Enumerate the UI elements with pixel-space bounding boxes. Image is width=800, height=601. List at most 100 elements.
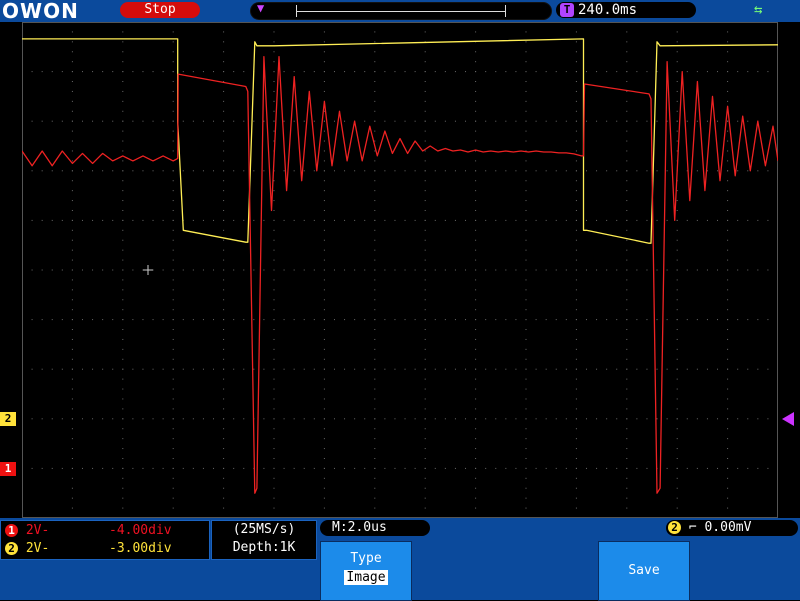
grid-dot xyxy=(71,110,73,112)
grid-dot xyxy=(172,507,174,509)
grid-dot xyxy=(102,269,104,271)
grid-dot xyxy=(485,467,487,469)
grid-dot xyxy=(575,457,577,459)
grid-dot xyxy=(747,170,749,172)
save-type-button[interactable]: Type Image xyxy=(320,541,412,601)
grid-dot xyxy=(585,170,587,172)
grid-dot xyxy=(636,71,638,73)
grid-dot xyxy=(424,448,426,450)
grid-dot xyxy=(727,219,729,221)
grid-dot xyxy=(737,71,739,73)
grid-dot xyxy=(102,418,104,420)
grid-dot xyxy=(162,368,164,370)
ch1-settings-row[interactable]: 1 2V- -4.00div xyxy=(5,523,172,539)
grid-dot xyxy=(747,418,749,420)
grid-dot xyxy=(535,319,537,321)
trigger-level-marker[interactable] xyxy=(782,412,794,426)
grid-dot xyxy=(273,190,275,192)
grid-dot xyxy=(223,467,225,469)
save-button[interactable]: Save xyxy=(598,541,690,601)
grid-dot xyxy=(525,269,527,271)
grid-dot xyxy=(303,467,305,469)
grid-dot xyxy=(626,487,628,489)
grid-dot xyxy=(475,170,477,172)
save-type-label: Type xyxy=(350,551,382,566)
grid-dot xyxy=(515,170,517,172)
grid-dot xyxy=(495,319,497,321)
grid-dot xyxy=(182,269,184,271)
grid-dot xyxy=(475,457,477,459)
grid-dot xyxy=(525,170,527,172)
grid-dot xyxy=(545,467,547,469)
grid-dot xyxy=(727,90,729,92)
grid-dot xyxy=(727,497,729,499)
grid-dot xyxy=(273,428,275,430)
grid-dot xyxy=(233,170,235,172)
grid-dot xyxy=(575,209,577,211)
grid-dot xyxy=(344,418,346,420)
grid-dot xyxy=(71,368,73,370)
grid-dot xyxy=(81,368,83,370)
grid-dot xyxy=(172,41,174,43)
grid-dot xyxy=(475,160,477,162)
grid-dot xyxy=(223,130,225,132)
grid-dot xyxy=(706,219,708,221)
grid-dot xyxy=(122,160,124,162)
grid-dot xyxy=(283,219,285,221)
grid-dot xyxy=(495,368,497,370)
grid-dot xyxy=(192,120,194,122)
ch2-settings-row[interactable]: 2 2V- -3.00div xyxy=(5,541,172,557)
grid-dot xyxy=(505,319,507,321)
grid-dot xyxy=(727,279,729,281)
grid-dot xyxy=(122,329,124,331)
grid-dot xyxy=(585,120,587,122)
grid-dot xyxy=(676,418,678,420)
grid-dot xyxy=(122,31,124,33)
grid-dot xyxy=(223,428,225,430)
grid-dot xyxy=(61,319,63,321)
grid-dot xyxy=(666,269,668,271)
grid-dot xyxy=(71,209,73,211)
grid-dot xyxy=(475,110,477,112)
grid-dot xyxy=(112,467,114,469)
grid-dot xyxy=(81,71,83,73)
grid-dot xyxy=(344,170,346,172)
grid-dot xyxy=(71,140,73,142)
grid-dot xyxy=(505,418,507,420)
trigger-readout[interactable]: 2 ⌐ 0.00mV xyxy=(666,520,798,536)
ch2-offset-marker[interactable]: 2 xyxy=(0,412,16,426)
grid-dot xyxy=(354,418,356,420)
grid-dot xyxy=(454,368,456,370)
grid-dot xyxy=(374,150,376,152)
grid-dot xyxy=(71,200,73,202)
grid-dot xyxy=(213,71,215,73)
time-base-readout[interactable]: M:2.0us xyxy=(320,520,430,536)
ch1-offset-marker[interactable]: 1 xyxy=(0,462,16,476)
horizontal-position-readout[interactable]: T 240.0ms xyxy=(556,2,696,18)
grid-dot xyxy=(727,368,729,370)
grid-dot xyxy=(424,71,426,73)
grid-dot xyxy=(364,368,366,370)
grid-dot xyxy=(475,209,477,211)
grid-dot xyxy=(313,368,315,370)
grid-dot xyxy=(767,71,769,73)
grid-dot xyxy=(323,438,325,440)
grid-dot xyxy=(323,398,325,400)
grid-dot xyxy=(727,448,729,450)
grid-dot xyxy=(424,90,426,92)
grid-dot xyxy=(273,438,275,440)
grid-dot xyxy=(122,388,124,390)
grid-dot xyxy=(374,299,376,301)
grid-dot xyxy=(717,219,719,221)
grid-dot xyxy=(172,209,174,211)
grid-dot xyxy=(717,170,719,172)
grid-dot xyxy=(626,428,628,430)
grid-dot xyxy=(575,309,577,311)
grid-dot xyxy=(565,418,567,420)
grid-dot xyxy=(303,269,305,271)
grid-dot xyxy=(495,418,497,420)
run-stop-status[interactable]: Stop xyxy=(120,2,200,18)
grid-dot xyxy=(323,338,325,340)
grid-dot xyxy=(112,219,114,221)
grid-dot xyxy=(122,71,124,73)
